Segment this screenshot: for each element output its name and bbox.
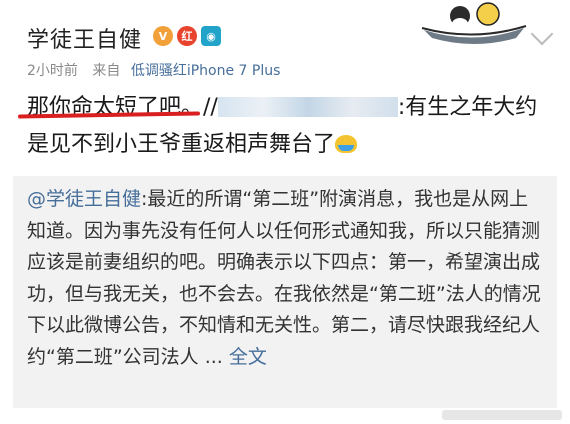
user-badges: V 红 ◉: [153, 26, 221, 46]
redacted-blur: [217, 97, 398, 117]
repost-text: @学徒王自健:最近的所谓“第二班”附演消息，我也是从网上知道。因为事先没有任何人…: [27, 184, 547, 374]
repost-separator: //: [203, 95, 218, 120]
repost-body: :最近的所谓“第二班”附演消息，我也是从网上知道。因为事先没有任何人以任何形式通…: [27, 188, 541, 368]
vip-badge-icon[interactable]: V: [153, 26, 173, 46]
mention-link[interactable]: @学徒王自健: [27, 188, 141, 210]
post-body: 那你命太短了吧。//:有生之年大约是见不到小王爷重返相声舞台了: [27, 89, 547, 163]
weibo-post-card: 学徒王自健 V 红 ◉ 2小时前 来自 低调骚红iPhone 7 Plus 那你…: [0, 0, 570, 424]
reposted-content[interactable]: @学徒王自健:最近的所谓“第二班”附演消息，我也是从网上知道。因为事先没有任何人…: [13, 176, 557, 408]
red-badge-icon[interactable]: 红: [177, 26, 197, 46]
watermark: [442, 410, 562, 420]
camera-badge-icon[interactable]: ◉: [201, 26, 221, 46]
emoji-icon: [335, 135, 358, 153]
chevron-down-icon[interactable]: [530, 22, 554, 46]
post-meta: 2小时前 来自 低调骚红iPhone 7 Plus: [27, 60, 280, 80]
username[interactable]: 学徒王自健: [27, 22, 142, 54]
source-device[interactable]: 低调骚红iPhone 7 Plus: [131, 63, 281, 79]
boat-decoration-icon: [421, 2, 527, 44]
full-text-link[interactable]: 全文: [229, 346, 267, 368]
post-time: 2小时前: [27, 63, 78, 79]
source-label: 来自: [92, 63, 121, 79]
